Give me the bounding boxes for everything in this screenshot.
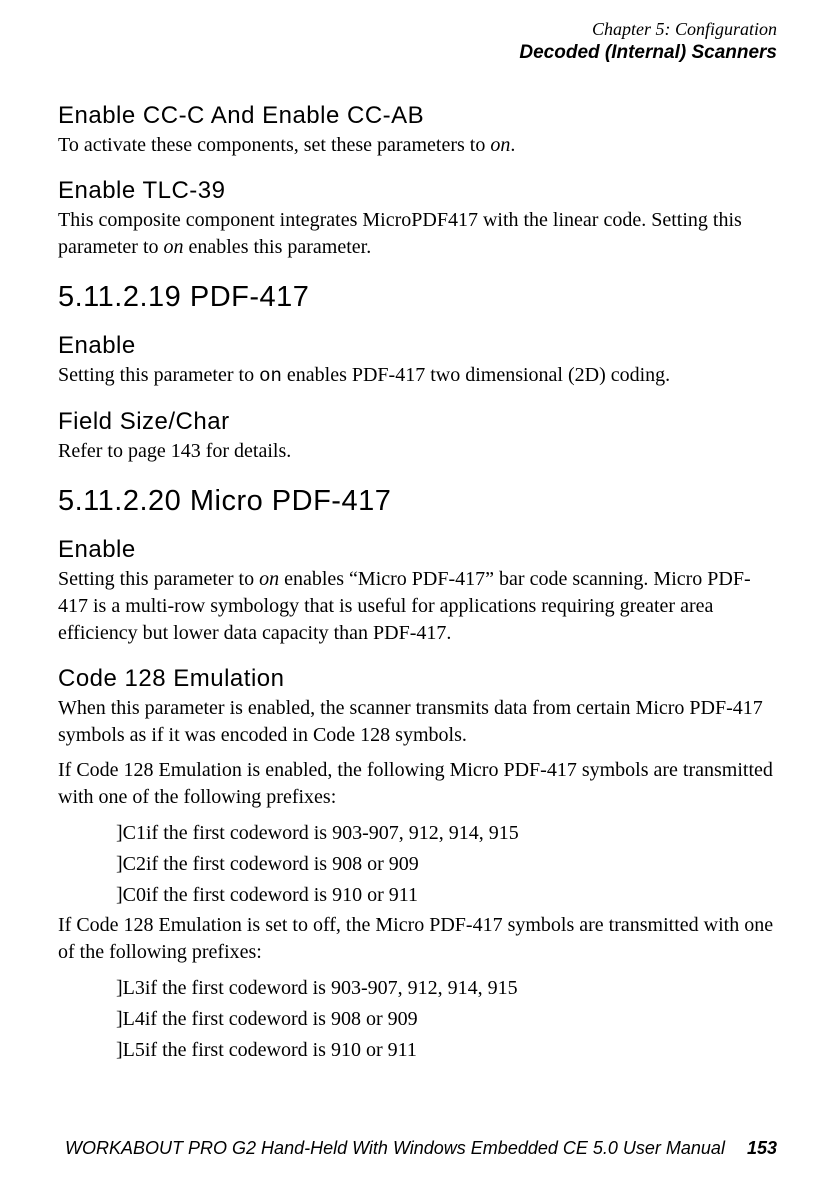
text-mono: on	[259, 365, 282, 387]
text: enables this parameter.	[184, 236, 372, 258]
text: .	[510, 134, 515, 156]
text: To activate these components, set these …	[58, 134, 490, 156]
heading-code128-emu: Code 128 Emulation	[58, 665, 777, 693]
list-item: ]C0if the first codeword is 910 or 911	[116, 881, 777, 910]
heading-enable-cc: Enable CC-C And Enable CC-AB	[58, 102, 777, 130]
para-field-size: Refer to page 143 for details.	[58, 438, 777, 465]
text: This composite component integrates Micr…	[58, 209, 742, 258]
text-em: on	[164, 236, 184, 258]
para-enable-tlc39: This composite component integrates Micr…	[58, 207, 777, 261]
heading-pdf417: 5.11.2.19 PDF-417	[58, 281, 777, 314]
footer-text: WORKABOUT PRO G2 Hand-Held With Windows …	[65, 1138, 725, 1158]
text-em: on	[259, 568, 279, 590]
para-pdf417-enable: Setting this parameter to on enables PDF…	[58, 362, 777, 390]
heading-micro-pdf417: 5.11.2.20 Micro PDF-417	[58, 485, 777, 518]
heading-enable-tlc39: Enable TLC-39	[58, 177, 777, 205]
para-code128-1: When this parameter is enabled, the scan…	[58, 695, 777, 749]
page: Chapter 5: Configuration Decoded (Intern…	[0, 0, 835, 1193]
heading-field-size: Field Size/Char	[58, 408, 777, 436]
text: Setting this parameter to	[58, 568, 259, 590]
page-number: 153	[725, 1138, 777, 1158]
list-item: ]C1if the first codeword is 903-907, 912…	[116, 819, 777, 848]
text: enables PDF-417 two dimensional (2D) cod…	[282, 364, 670, 386]
list-item: ]L4if the first codeword is 908 or 909	[116, 1005, 777, 1034]
list-item: ]C2if the first codeword is 908 or 909	[116, 850, 777, 879]
para-code128-2: If Code 128 Emulation is enabled, the fo…	[58, 757, 777, 811]
text-em: on	[490, 134, 510, 156]
heading-micro-enable: Enable	[58, 536, 777, 564]
header-section: Decoded (Internal) Scanners	[58, 41, 777, 65]
heading-pdf417-enable: Enable	[58, 332, 777, 360]
page-header: Chapter 5: Configuration Decoded (Intern…	[58, 18, 777, 64]
list-item: ]L5if the first codeword is 910 or 911	[116, 1036, 777, 1065]
para-code128-3: If Code 128 Emulation is set to off, the…	[58, 912, 777, 966]
page-footer: WORKABOUT PRO G2 Hand-Held With Windows …	[65, 1138, 777, 1159]
para-enable-cc: To activate these components, set these …	[58, 132, 777, 159]
header-chapter: Chapter 5: Configuration	[58, 18, 777, 41]
para-micro-enable: Setting this parameter to on enables “Mi…	[58, 566, 777, 647]
list-item: ]L3if the first codeword is 903-907, 912…	[116, 974, 777, 1003]
text: Setting this parameter to	[58, 364, 259, 386]
